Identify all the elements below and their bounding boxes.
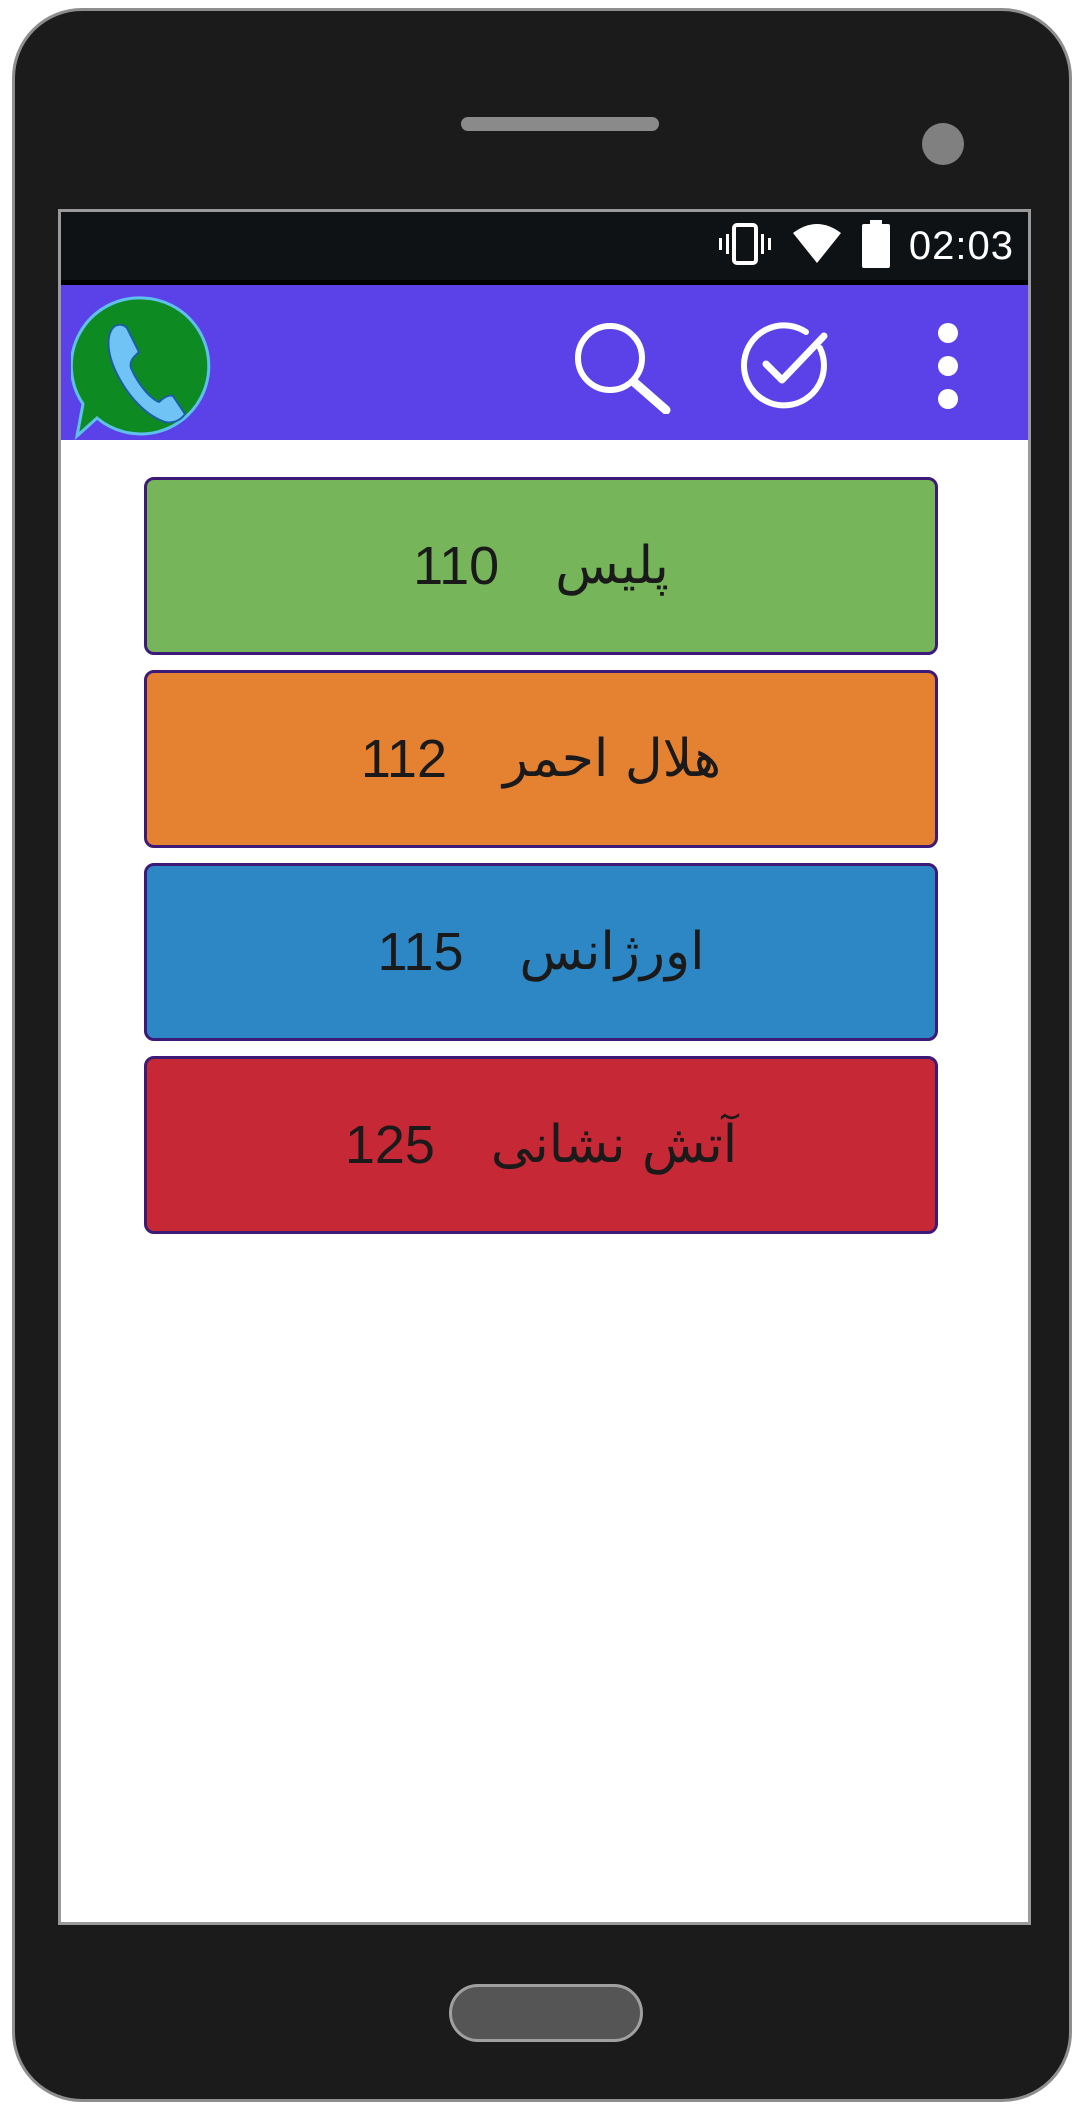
button-number: 110 bbox=[413, 536, 500, 596]
earpiece-speaker bbox=[461, 117, 659, 131]
ambulance-button[interactable]: 115 اورژانس bbox=[144, 863, 938, 1041]
phone-app-logo bbox=[69, 294, 215, 441]
button-label: هلال احمر bbox=[502, 729, 722, 789]
select-button[interactable] bbox=[731, 313, 841, 423]
battery-icon bbox=[861, 219, 891, 273]
search-icon bbox=[570, 318, 674, 418]
screen: 02:03 110 پلیس 112 هلال احمر 115 اورژانس… bbox=[58, 209, 1031, 1925]
overflow-menu-icon bbox=[934, 321, 962, 415]
fire-department-button[interactable]: 125 آتش نشانی bbox=[144, 1056, 938, 1234]
check-circle-icon bbox=[740, 320, 832, 416]
overflow-menu-button[interactable] bbox=[893, 313, 1003, 423]
button-label: آتش نشانی bbox=[490, 1115, 738, 1175]
button-number: 112 bbox=[360, 729, 447, 789]
wifi-icon bbox=[791, 223, 843, 269]
vibrate-icon bbox=[717, 222, 773, 270]
app-bar bbox=[61, 280, 1028, 441]
front-camera bbox=[922, 123, 964, 165]
police-button[interactable]: 110 پلیس bbox=[144, 477, 938, 655]
status-time: 02:03 bbox=[908, 223, 1014, 268]
search-button[interactable] bbox=[567, 313, 677, 423]
red-crescent-button[interactable]: 112 هلال احمر bbox=[144, 670, 938, 848]
button-label: اورژانس bbox=[519, 922, 705, 982]
status-bar: 02:03 bbox=[61, 212, 1028, 280]
button-number: 125 bbox=[344, 1115, 435, 1175]
button-label: پلیس bbox=[555, 536, 669, 596]
home-button[interactable] bbox=[449, 1984, 643, 2042]
button-number: 115 bbox=[377, 922, 464, 982]
